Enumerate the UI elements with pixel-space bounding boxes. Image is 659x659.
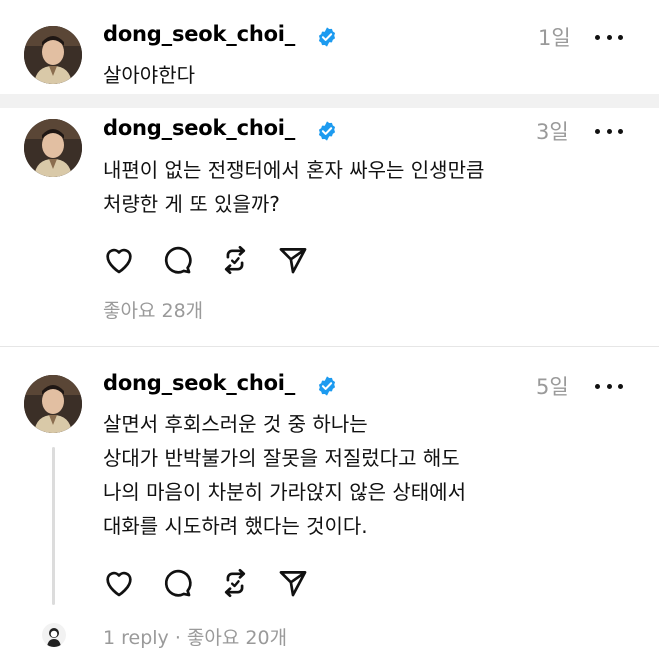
post-text: 내편이 없는 전쟁터에서 혼자 싸우는 인생만큼 처량한 게 또 있을까? <box>103 153 484 221</box>
post-text: 살면서 후회스러운 것 중 하나는 상대가 반박불가의 잘못을 저질렀다고 해도… <box>103 407 466 543</box>
post-text-line: 내편이 없는 전쟁터에서 혼자 싸우는 인생만큼 <box>103 158 485 182</box>
divider <box>0 94 659 108</box>
verified-badge-icon <box>318 121 336 141</box>
send-icon[interactable] <box>275 565 311 601</box>
more-dots-icon[interactable] <box>595 121 623 141</box>
verified-badge-icon <box>318 376 336 396</box>
heart-icon[interactable] <box>101 242 137 278</box>
username[interactable]: dong_seok_choi_ <box>103 22 295 46</box>
post-3[interactable]: dong_seok_choi_ 5일 살면서 후회스러운 것 중 하나는 상대가… <box>0 347 659 659</box>
repost-icon[interactable] <box>217 242 253 278</box>
post-time: 3일 <box>536 120 569 144</box>
username[interactable]: dong_seok_choi_ <box>103 116 295 140</box>
post-text-line: 나의 마음이 차분히 가라앉지 않은 상태에서 <box>103 480 466 504</box>
post-2[interactable]: dong_seok_choi_ 3일 내편이 없는 전쟁터에서 혼자 싸우는 인… <box>0 108 659 346</box>
post-text-line: 대화를 시도하려 했다는 것이다. <box>103 514 368 538</box>
post-time: 1일 <box>538 26 571 50</box>
like-count[interactable]: 좋아요 28개 <box>103 296 203 323</box>
post-text-line: 처량한 게 또 있을까? <box>103 192 280 216</box>
send-icon[interactable] <box>275 242 311 278</box>
username[interactable]: dong_seok_choi_ <box>103 371 295 395</box>
reply-like-footer[interactable]: 1 reply · 좋아요 20개 <box>103 623 287 650</box>
more-dots-icon[interactable] <box>595 27 623 47</box>
action-bar <box>101 242 333 278</box>
avatar[interactable] <box>24 26 82 84</box>
reply-avatar[interactable] <box>42 623 66 647</box>
verified-badge-icon <box>318 27 336 47</box>
post-text: 살아야한다 <box>103 58 195 92</box>
post-text-line: 상대가 반박불가의 잘못을 저질렀다고 해도 <box>103 446 460 470</box>
post-time: 5일 <box>536 375 569 399</box>
post-text-line: 살아야한다 <box>103 63 195 87</box>
avatar[interactable] <box>24 375 82 433</box>
comment-bubble-icon[interactable] <box>159 565 195 601</box>
post-1[interactable]: dong_seok_choi_ 1일 살아야한다 <box>0 0 659 92</box>
repost-icon[interactable] <box>217 565 253 601</box>
heart-icon[interactable] <box>101 565 137 601</box>
comment-bubble-icon[interactable] <box>159 242 195 278</box>
action-bar <box>101 565 333 601</box>
avatar[interactable] <box>24 119 82 177</box>
more-dots-icon[interactable] <box>595 376 623 396</box>
thread-line <box>52 447 55 605</box>
post-text-line: 살면서 후회스러운 것 중 하나는 <box>103 412 368 436</box>
